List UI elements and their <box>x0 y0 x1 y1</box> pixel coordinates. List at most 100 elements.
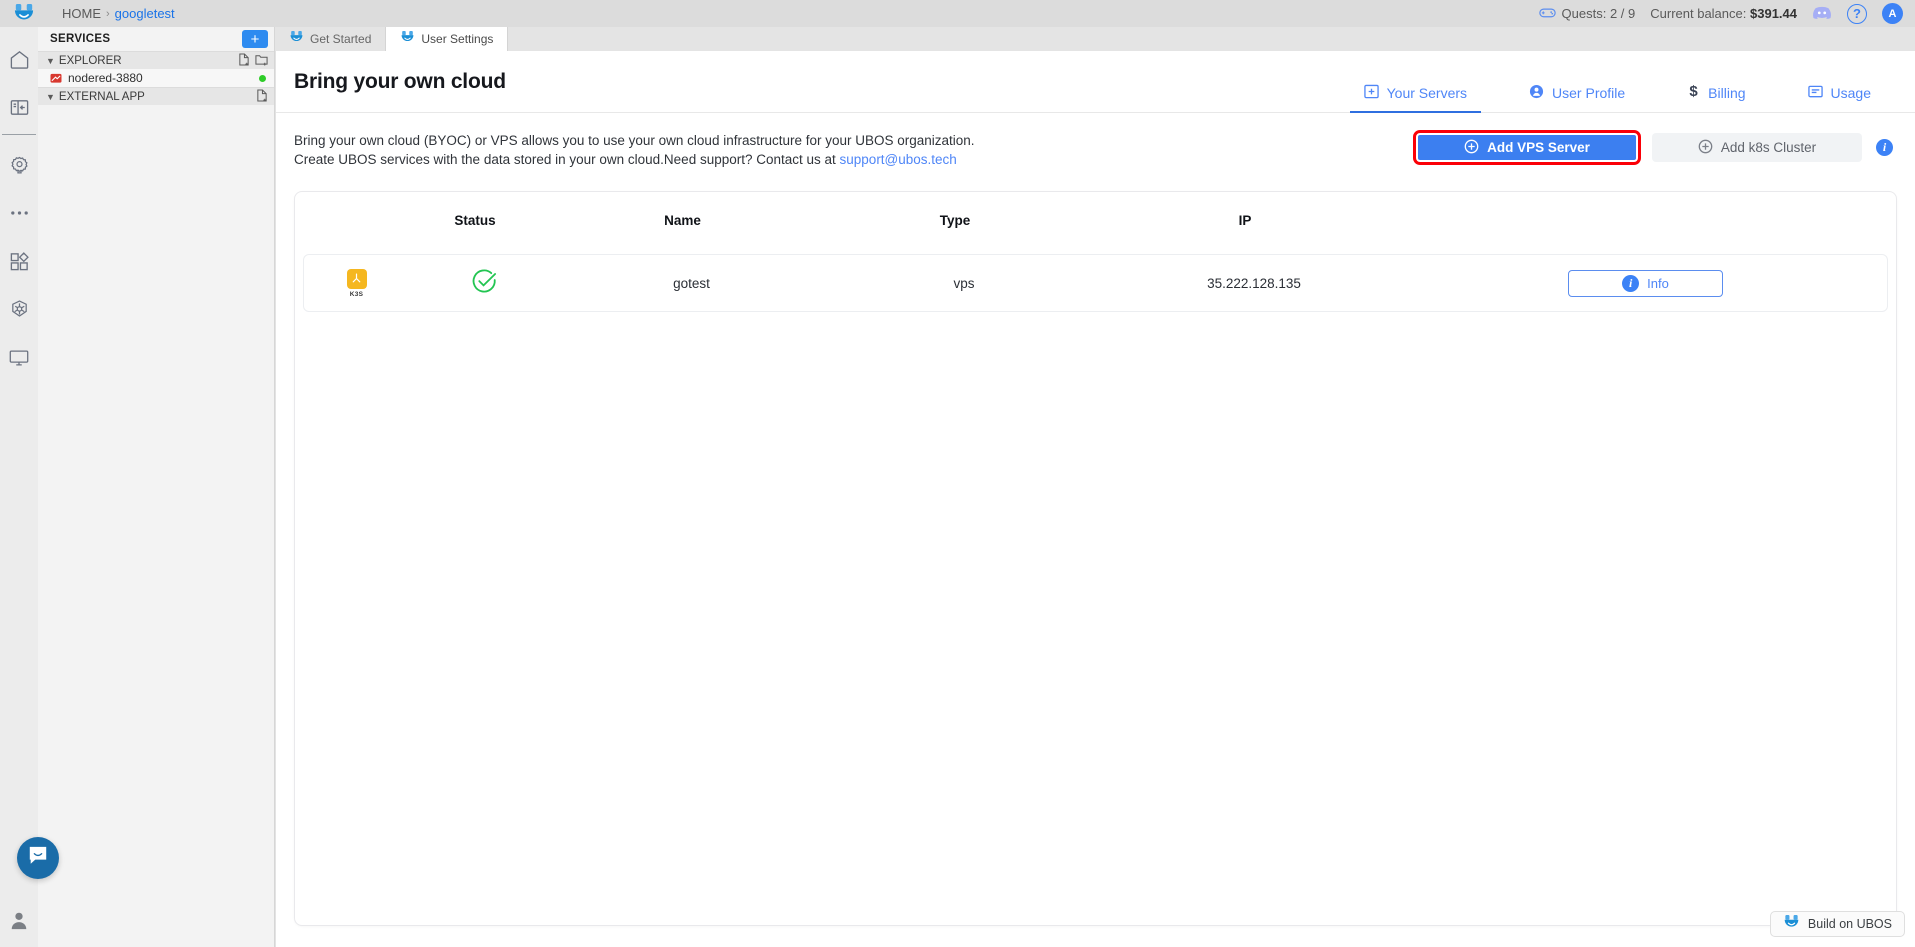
sidebar-section-external-app[interactable]: ▼ EXTERNAL APP <box>38 87 274 105</box>
nav-tab-user-profile[interactable]: User Profile <box>1515 84 1639 112</box>
rail-item-monitor[interactable] <box>0 333 38 381</box>
balance-value: $391.44 <box>1750 6 1797 21</box>
status-check-icon <box>471 269 498 298</box>
server-name-cell: gotest <box>673 275 710 291</box>
server-info-label: Info <box>1647 275 1669 291</box>
rail-item-home[interactable] <box>0 35 38 83</box>
balance-label: Current balance: <box>1650 6 1747 21</box>
tab-label: User Settings <box>421 32 494 46</box>
sidebar-title: SERVICES <box>50 33 111 45</box>
rail-item-kubernetes[interactable] <box>0 285 38 333</box>
intercom-chat-launcher[interactable] <box>17 837 59 879</box>
chevron-down-icon: ▼ <box>46 91 55 102</box>
table-header-row: Status Name Type IP <box>295 192 1896 248</box>
server-actions-cell: i Info <box>1404 269 1887 297</box>
table-row[interactable]: K3S gotest vps 35.222.128.135 i Info <box>303 254 1888 312</box>
breadcrumb-current[interactable]: googletest <box>115 6 175 21</box>
add-vps-server-button[interactable]: Add VPS Server <box>1413 130 1641 165</box>
table-column-type: Type <box>939 212 971 228</box>
main-content: Bring your own cloud Your Servers User P… <box>275 51 1915 947</box>
k3s-badge: K3S <box>304 268 409 298</box>
info-circle-icon[interactable]: i <box>1876 139 1893 156</box>
breadcrumb: HOME › googletest <box>62 6 175 21</box>
sidebar-section-label: EXTERNAL APP <box>58 90 145 103</box>
nav-tab-label: Usage <box>1830 85 1871 101</box>
ubos-smiley-icon <box>1783 915 1800 933</box>
add-k8s-cluster-label: Add k8s Cluster <box>1720 140 1817 155</box>
discord-icon[interactable] <box>1812 5 1832 23</box>
description-and-actions: Bring your own cloud (BYOC) or VPS allow… <box>276 113 1915 169</box>
support-email-link[interactable]: support@ubos.tech <box>840 152 957 167</box>
server-badge-cell: K3S <box>304 268 409 298</box>
usage-list-icon <box>1807 84 1823 102</box>
new-file-icon[interactable] <box>238 52 250 69</box>
sidebar-item-nodered-3880[interactable]: nodered-3880 <box>38 69 274 87</box>
plus-circle-icon <box>1464 139 1479 157</box>
server-type-cell: vps <box>953 275 975 291</box>
status-dot-online <box>259 74 266 82</box>
server-info-button[interactable]: i Info <box>1568 269 1723 297</box>
rail-item-account[interactable] <box>0 899 38 947</box>
nav-tab-your-servers[interactable]: Your Servers <box>1349 84 1482 113</box>
nav-tab-usage[interactable]: Usage <box>1794 84 1885 112</box>
k3s-icon <box>346 268 367 289</box>
services-sidebar: SERVICES + ▼ EXPLORER nodered-3880 ▼ EXT… <box>38 27 275 947</box>
table-column-name: Name <box>664 212 701 228</box>
nav-tab-label: Your Servers <box>1386 85 1468 101</box>
nav-tab-billing[interactable]: $ Billing <box>1673 83 1759 112</box>
table-column-ip: IP <box>1238 212 1252 228</box>
new-file-icon[interactable] <box>256 88 268 105</box>
chat-bubble-smile-icon <box>27 845 49 871</box>
sidebar-section-explorer[interactable]: ▼ EXPLORER <box>38 51 274 69</box>
rail-item-more[interactable] <box>0 189 38 237</box>
page-nav-tabs: Your Servers User Profile $ Billing Usag… <box>1316 51 1885 113</box>
action-buttons: Add VPS Server Add k8s Cluster i <box>1413 130 1893 165</box>
quests-label: Quests: 2 / 9 <box>1561 6 1636 21</box>
add-vps-server-label: Add VPS Server <box>1487 140 1590 155</box>
plus-circle-icon <box>1698 139 1713 157</box>
chevron-down-icon: ▼ <box>46 55 55 66</box>
svg-text:$: $ <box>1690 83 1699 99</box>
new-folder-icon[interactable] <box>255 53 268 69</box>
sidebar-section-label: EXPLORER <box>58 54 122 67</box>
nav-tab-label: Billing <box>1708 84 1746 101</box>
table-column-status: Status <box>454 212 496 228</box>
avatar[interactable]: A <box>1882 3 1903 24</box>
tab-user-settings[interactable]: User Settings <box>386 27 509 51</box>
breadcrumb-separator: › <box>106 7 110 20</box>
ubos-smiley-icon <box>400 31 415 47</box>
build-on-ubos-badge[interactable]: Build on UBOS <box>1769 911 1905 937</box>
editor-tab-strip: Get Started User Settings <box>275 27 1915 51</box>
rail-item-apps[interactable] <box>0 237 38 285</box>
info-circle-icon: i <box>1622 274 1640 292</box>
server-ip-cell: 35.222.128.135 <box>1207 275 1301 291</box>
breadcrumb-home[interactable]: HOME <box>62 6 101 21</box>
gamepad-icon <box>1538 6 1556 22</box>
tab-label: Get Started <box>310 32 372 46</box>
ubos-smiley-logo-icon[interactable] <box>0 0 48 27</box>
top-bar: HOME › googletest Quests: 2 / 9 Current … <box>0 0 1915 27</box>
page-description: Bring your own cloud (BYOC) or VPS allow… <box>294 131 994 169</box>
node-red-icon <box>50 73 64 84</box>
servers-table-card: Status Name Type IP K3S gotest vps 35.22… <box>294 191 1897 926</box>
top-bar-right-group: Quests: 2 / 9 Current balance: $391.44 ?… <box>1538 3 1915 24</box>
balance-display: Current balance: $391.44 <box>1650 6 1797 21</box>
add-k8s-cluster-button[interactable]: Add k8s Cluster <box>1652 133 1862 162</box>
add-service-button[interactable]: + <box>242 30 268 48</box>
server-status-cell <box>409 268 559 298</box>
sidebar-item-label: nodered-3880 <box>68 71 143 85</box>
rail-item-settings[interactable] <box>0 141 38 189</box>
build-badge-label: Build on UBOS <box>1807 917 1892 931</box>
dollar-sign-icon: $ <box>1687 83 1700 102</box>
help-circle-icon[interactable]: ? <box>1847 3 1867 24</box>
k3s-label: K3S <box>349 290 364 298</box>
rail-item-panel[interactable] <box>0 83 38 131</box>
server-box-icon <box>1363 84 1379 102</box>
ubos-smiley-icon <box>289 31 304 47</box>
icon-rail <box>0 27 38 947</box>
page-title: Bring your own cloud <box>294 69 506 93</box>
rail-divider <box>2 134 36 135</box>
tab-get-started[interactable]: Get Started <box>275 27 387 51</box>
quests-indicator[interactable]: Quests: 2 / 9 <box>1538 6 1636 22</box>
nav-tab-label: User Profile <box>1552 85 1626 101</box>
